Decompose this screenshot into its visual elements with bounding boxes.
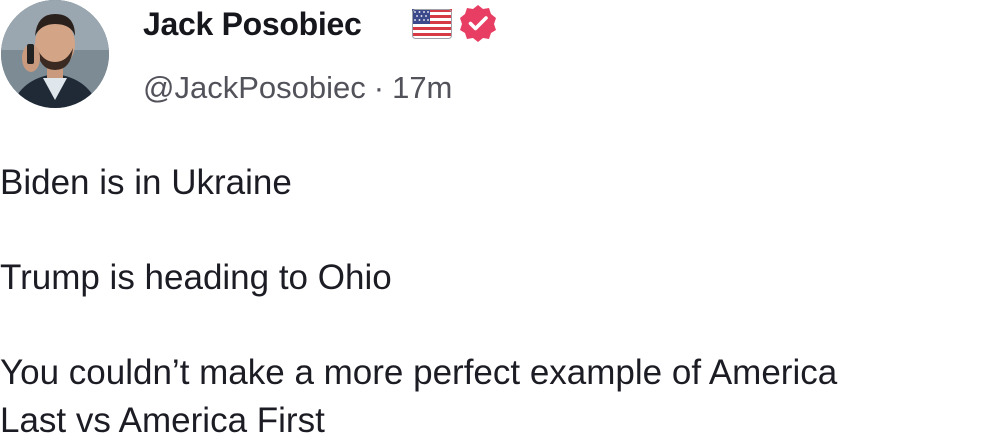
post-card: Jack Posobiec @JackPosobiec · 17m Biden is… [0,0,994,440]
verified-badge-icon [460,5,496,42]
author-name[interactable]: Jack Posobiec [143,2,362,46]
avatar-image [1,0,109,108]
post-text-line: You couldn’t make a more perfect example… [0,353,838,392]
post-text-line: Last vs America First [0,401,325,440]
post-text-line: Trump is heading to Ohio [0,258,392,297]
post-meta: @JackPosobiec · 17m [143,66,452,110]
us-flag-icon [412,9,452,39]
post-timestamp[interactable]: 17m [392,70,452,105]
meta-separator: · [373,70,385,105]
post-text-line: Biden is in Ukraine [0,163,292,202]
author-handle[interactable]: @JackPosobiec [143,70,366,105]
avatar[interactable] [1,0,109,108]
